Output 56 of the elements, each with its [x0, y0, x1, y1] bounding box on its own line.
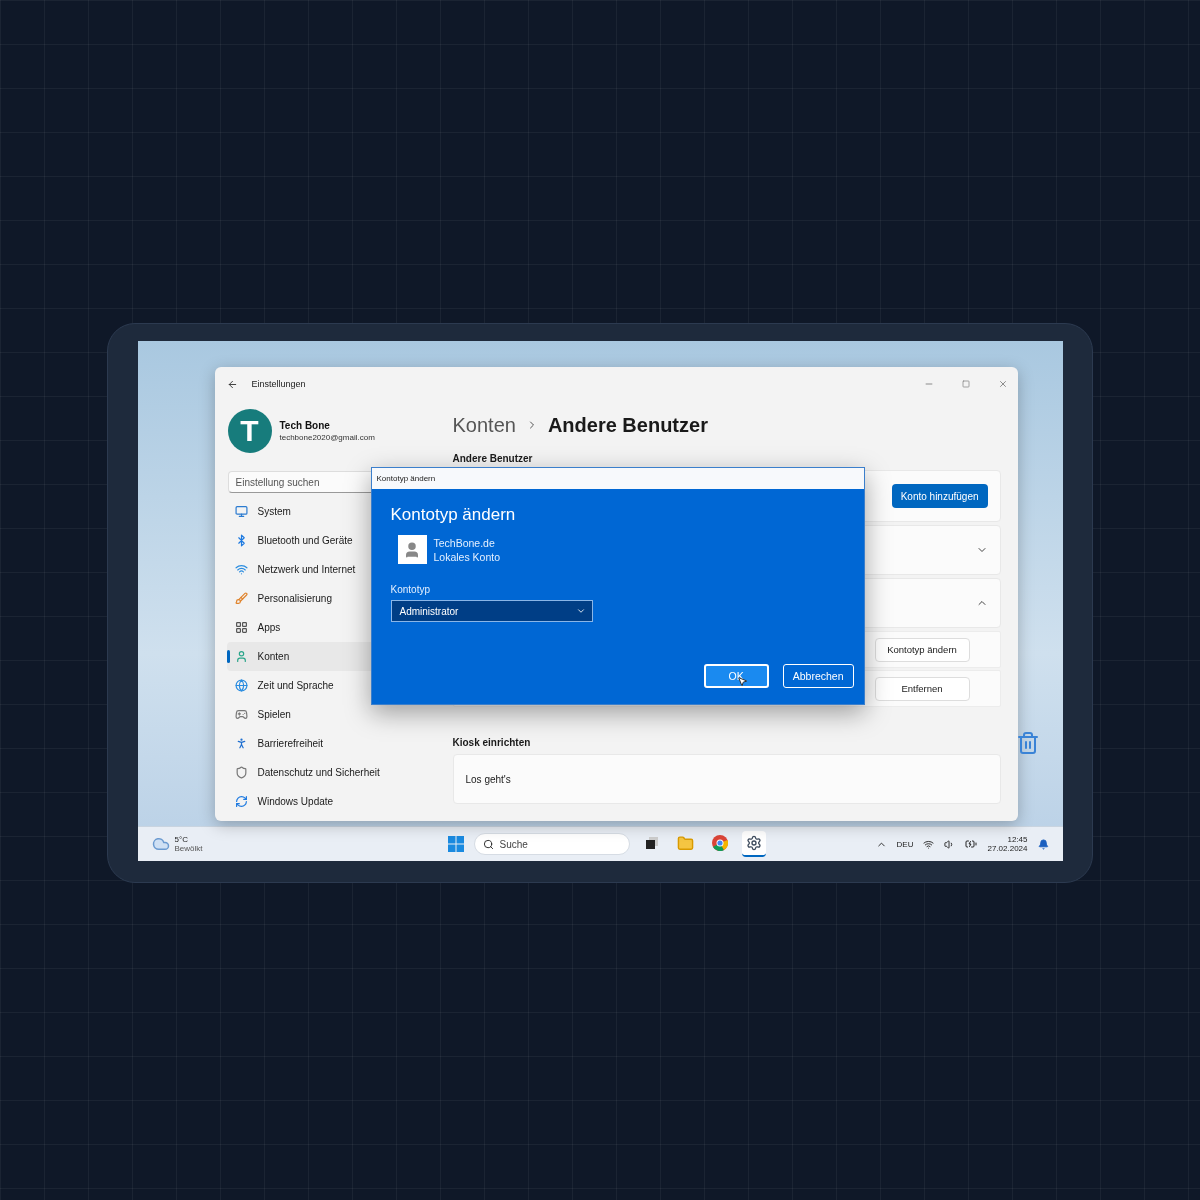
kiosk-action-label: Los geht's	[465, 773, 511, 785]
bell-icon[interactable]	[1037, 838, 1049, 850]
cloud-icon	[151, 835, 170, 853]
chevron-down-icon	[575, 606, 586, 616]
add-account-button[interactable]: Konto hinzufügen	[891, 484, 988, 508]
dialog-heading: Kontotyp ändern	[390, 505, 517, 525]
sidebar-item[interactable]: Spielen	[226, 700, 422, 729]
browser-icon	[711, 835, 728, 851]
close-icon[interactable]	[997, 379, 1008, 389]
sidebar-item[interactable]: Netzwerk und Internet	[226, 555, 422, 584]
privacy-icon	[234, 766, 248, 779]
apps-icon	[234, 621, 248, 634]
gear-icon	[745, 835, 762, 851]
taskbar-app[interactable]	[741, 831, 766, 857]
section-heading: Kiosk einrichten	[452, 737, 532, 748]
dialog-button[interactable]: OK	[703, 664, 769, 688]
sidebar-item[interactable]: Bluetooth und Geräte	[226, 526, 422, 555]
network-icon	[234, 563, 248, 576]
profile-name: Tech Bone	[279, 420, 331, 431]
sidebar-item[interactable]: Datenschutz und Sicherheit	[226, 758, 422, 787]
account-kind: Lokales Konto	[433, 550, 501, 563]
folder-icon	[677, 834, 694, 852]
taskbar-search-field[interactable]: Suche	[473, 833, 630, 855]
account-type-dropdown[interactable]: Administrator	[390, 600, 593, 622]
window-stack-icon	[644, 836, 659, 850]
user-name: TechBone.de	[433, 536, 496, 549]
kiosk-card[interactable]: Los geht's	[452, 754, 1001, 804]
update-icon	[234, 795, 248, 808]
breadcrumb-item[interactable]: Konten	[452, 413, 516, 437]
gaming-icon	[234, 708, 248, 721]
user-icon	[403, 540, 421, 559]
search-icon	[482, 838, 494, 850]
profile-avatar: T	[227, 409, 272, 453]
sidebar-item[interactable]: Zeit und Sprache	[226, 671, 422, 700]
temperature: 5°C	[174, 835, 189, 844]
profile-email: techbone2020@gmail.com	[279, 433, 375, 442]
system-icon	[234, 505, 248, 518]
window-title: Einstellungen	[251, 379, 307, 389]
language-indicator[interactable]: DEU	[896, 839, 914, 849]
wifi-icon[interactable]	[923, 838, 935, 850]
accounts-icon	[234, 650, 248, 663]
back-icon[interactable]	[226, 378, 238, 390]
windows-logo-icon[interactable]	[447, 836, 464, 852]
time-icon	[234, 679, 248, 692]
clock-time[interactable]: 12:45	[1007, 835, 1028, 844]
field-label: Kontotyp	[390, 584, 431, 595]
sidebar-item[interactable]: Windows Update	[226, 787, 422, 816]
dialog-button[interactable]: Abbrechen	[782, 664, 854, 688]
weather-label: Bewölkt	[174, 844, 203, 853]
clock-date[interactable]: 27.02.2024	[987, 844, 1028, 853]
action-button[interactable]: Kontotyp ändern	[874, 637, 970, 662]
action-button[interactable]: Entfernen	[874, 676, 970, 701]
recycle-bin-icon[interactable]	[1015, 731, 1040, 755]
sidebar-item[interactable]: Barrierefreiheit	[226, 729, 422, 758]
breadcrumb-item: Andere Benutzer	[547, 413, 708, 437]
section-heading: Andere Benutzer	[452, 453, 534, 464]
